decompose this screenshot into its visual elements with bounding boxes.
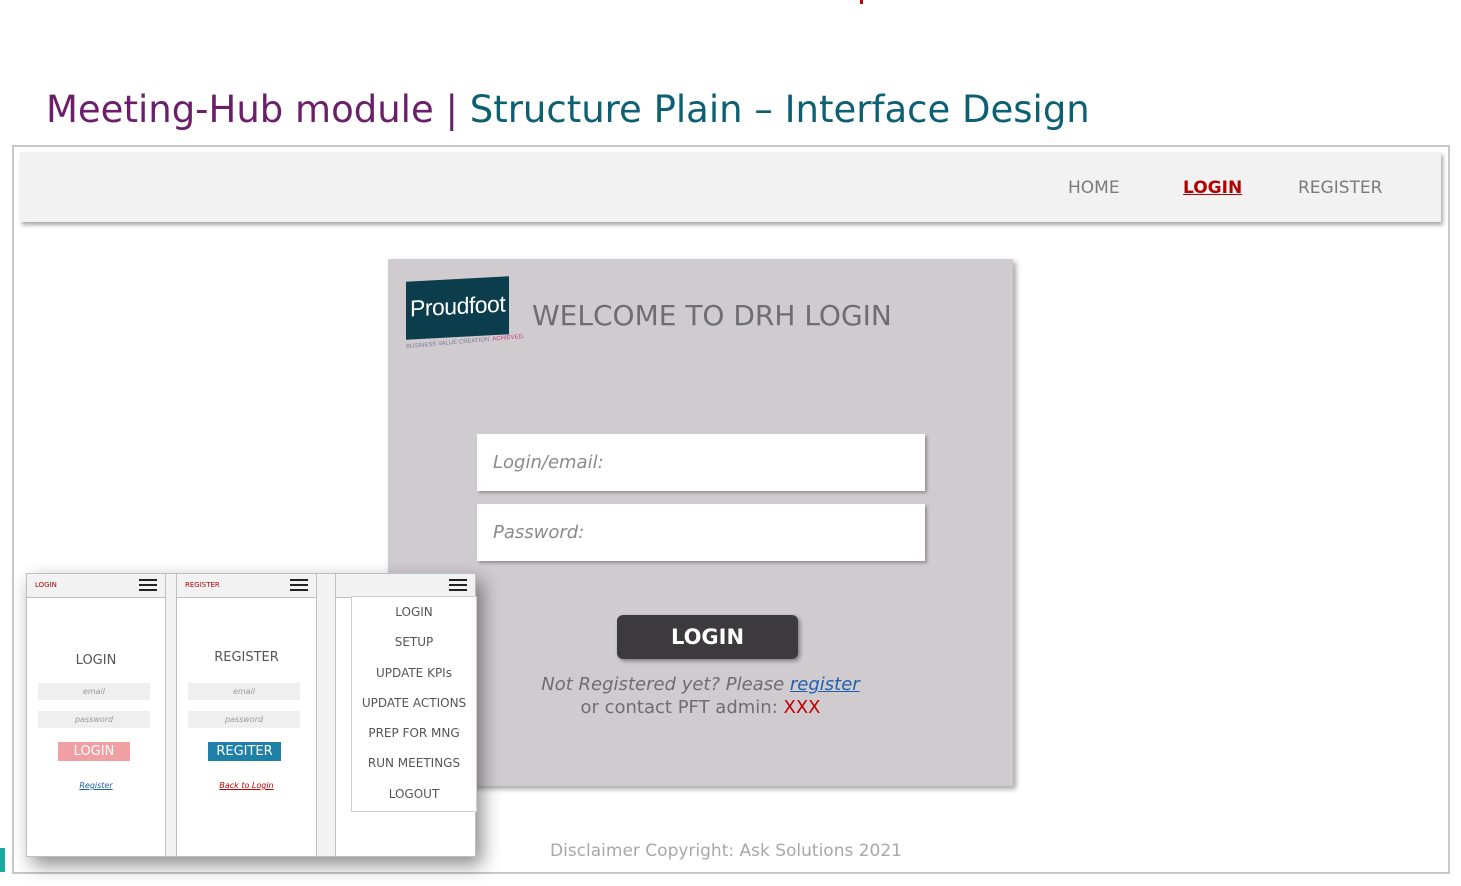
mobile-header [336, 574, 475, 598]
hamburger-menu-icon[interactable] [449, 579, 467, 592]
mockup-divider [316, 573, 336, 857]
menu-item-login[interactable]: LOGIN [352, 597, 476, 627]
mobile-login-heading: LOGIN [75, 653, 117, 668]
logo-text: Proudfoot [410, 290, 506, 322]
not-registered-text: Not Registered yet? Please register [388, 674, 1013, 695]
mobile-mockups: LOGIN LOGIN email password LOGIN Registe… [26, 573, 477, 857]
register-link[interactable]: register [790, 674, 860, 695]
mobile-menu-screen: LOGIN SETUP UPDATE KPIs UPDATE ACTIONS P… [335, 573, 477, 857]
slide-accent-mark [0, 848, 5, 872]
mobile-password-field[interactable]: password [38, 711, 150, 728]
mobile-login-screen: LOGIN LOGIN email password LOGIN Registe… [26, 573, 166, 857]
menu-item-setup[interactable]: SETUP [352, 627, 476, 657]
welcome-heading: WELCOME TO DRH LOGIN [532, 299, 892, 332]
login-button[interactable]: LOGIN [617, 615, 798, 659]
mobile-menu-list: LOGIN SETUP UPDATE KPIs UPDATE ACTIONS P… [351, 596, 477, 812]
nav-login-link[interactable]: LOGIN [1183, 178, 1242, 198]
nav-register-link[interactable]: REGISTER [1298, 178, 1382, 198]
mobile-header-title: REGISTER [185, 581, 220, 589]
decorative-dot [860, 0, 863, 4]
menu-item-update-kpis[interactable]: UPDATE KPIs [352, 658, 476, 688]
mobile-register-button[interactable]: REGITER [208, 742, 281, 761]
menu-item-prep-for-mng[interactable]: PREP FOR MNG [352, 718, 476, 748]
mobile-header-title: LOGIN [35, 581, 57, 589]
mobile-password-field[interactable]: password [188, 711, 300, 728]
logo-tagline-accent: ACHIEVED. [492, 333, 525, 343]
proudfoot-logo: Proudfoot [406, 276, 509, 340]
mobile-email-field[interactable]: email [188, 683, 300, 700]
mobile-register-heading: REGISTER [214, 650, 279, 665]
contact-value: XXX [783, 697, 821, 718]
slide-title-subtitle: Structure Plain – Interface Design [469, 88, 1090, 131]
contact-admin-text: or contact PFT admin: XXX [388, 697, 1013, 718]
contact-label: or contact PFT admin: [580, 697, 784, 718]
mobile-header: REGISTER [177, 574, 316, 598]
mobile-login-button[interactable]: LOGIN [58, 742, 130, 761]
not-registered-prompt: Not Registered yet? Please [541, 674, 790, 695]
hamburger-menu-icon[interactable] [290, 579, 308, 592]
menu-item-run-meetings[interactable]: RUN MEETINGS [352, 748, 476, 778]
mobile-register-link[interactable]: Register [27, 781, 165, 790]
mobile-back-to-login-link[interactable]: Back to Login [177, 781, 316, 790]
mobile-header: LOGIN [27, 574, 165, 598]
slide-title-module: Meeting-Hub module | [46, 88, 470, 131]
email-field[interactable]: Login/email: [477, 434, 925, 491]
hamburger-menu-icon[interactable] [139, 579, 157, 592]
login-panel: Proudfoot BUSINESS VALUE CREATION. ACHIE… [388, 259, 1013, 786]
disclaimer-footer: Disclaimer Copyright: Ask Solutions 2021 [550, 841, 903, 861]
top-navbar: HOME LOGIN REGISTER [20, 152, 1441, 222]
menu-item-logout[interactable]: LOGOUT [352, 779, 476, 809]
slide-title: Meeting-Hub module | Structure Plain – I… [46, 86, 1090, 134]
nav-home-link[interactable]: HOME [1068, 178, 1120, 198]
mobile-register-screen: REGISTER REGISTER email password REGITER… [176, 573, 317, 857]
menu-item-update-actions[interactable]: UPDATE ACTIONS [352, 688, 476, 718]
password-field[interactable]: Password: [477, 504, 925, 561]
mobile-email-field[interactable]: email [38, 683, 150, 700]
